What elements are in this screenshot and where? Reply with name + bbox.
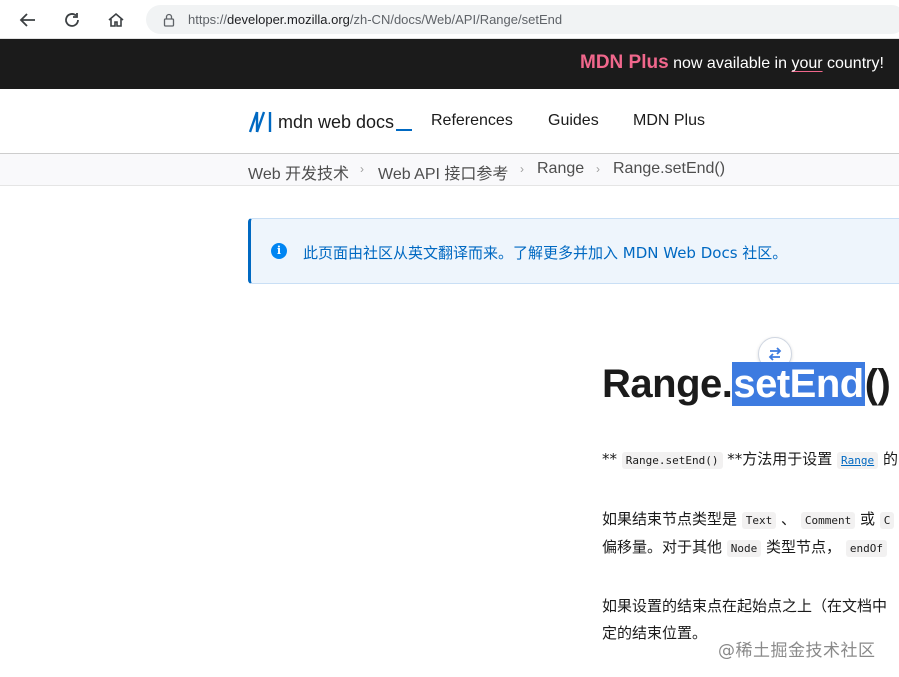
breadcrumb: Web 开发技术 › Web API 接口参考 › Range › Range.… xyxy=(0,154,899,186)
chevron-right-icon: › xyxy=(596,162,600,176)
breadcrumb-web-api[interactable]: Web API 接口参考 xyxy=(378,160,508,184)
breadcrumb-range[interactable]: Range xyxy=(537,160,584,178)
title-selected-text[interactable]: setEnd xyxy=(732,362,865,406)
chevron-right-icon: › xyxy=(360,162,364,176)
text: 的 xyxy=(878,450,898,468)
code-comment: Comment xyxy=(800,512,856,529)
address-bar[interactable]: https://developer.mozilla.org/zh-CN/docs… xyxy=(146,5,899,34)
text: 类型节点， xyxy=(761,538,846,556)
banner-brand: MDN Plus xyxy=(580,52,669,73)
paragraph-before-start-line-1: 如果设置的结束点在起始点之上（在文档中 xyxy=(602,597,888,615)
url-host: developer.mozilla.org xyxy=(227,12,350,27)
logo-underscore xyxy=(396,129,413,131)
code-range-setend: Range.setEnd() xyxy=(621,452,723,469)
arrow-left-icon xyxy=(19,13,35,27)
mdn-logo-icon xyxy=(248,111,272,133)
reload-button[interactable] xyxy=(58,6,86,34)
banner-message[interactable]: MDN Plus now available in your country! xyxy=(580,52,884,74)
code-endoffset: endOf xyxy=(845,540,887,557)
nav-references[interactable]: References xyxy=(431,112,513,130)
banner-text-your: your xyxy=(791,55,823,72)
text: 如果结束节点类型是 xyxy=(602,510,742,528)
nav-guides[interactable]: Guides xyxy=(548,112,599,130)
text: ** xyxy=(602,450,622,468)
banner-text-2: country! xyxy=(822,55,884,72)
text: 、 xyxy=(776,510,801,528)
reload-icon xyxy=(65,13,79,27)
code-node: Node xyxy=(726,540,762,557)
link-range[interactable]: Range xyxy=(837,452,879,469)
url-scheme: https:// xyxy=(188,12,228,27)
breadcrumb-web-tech[interactable]: Web 开发技术 xyxy=(248,160,349,184)
page-title: Range.setEnd() xyxy=(602,362,891,407)
translation-notice: i 此页面由社区从英文翻译而来。了解更多并加入 MDN Web Docs 社区。 xyxy=(248,218,899,284)
browser-toolbar: https://developer.mozilla.org/zh-CN/docs… xyxy=(0,0,899,39)
watermark: @稀土掘金技术社区 xyxy=(718,641,876,661)
home-button[interactable] xyxy=(102,6,130,34)
url-path: /zh-CN/docs/Web/API/Range/setEnd xyxy=(349,12,563,27)
home-icon xyxy=(108,12,124,27)
chevron-right-icon: › xyxy=(520,162,524,176)
banner-text-1: now available in xyxy=(668,55,792,72)
text: 或 xyxy=(855,510,880,528)
lock-icon xyxy=(163,13,175,27)
title-suffix: () xyxy=(864,362,891,406)
code-cdata: C xyxy=(879,512,895,529)
mdn-logo[interactable]: mdn web docs xyxy=(248,109,413,135)
paragraph-node-types-line-1: 如果结束节点类型是 Text 、 Comment 或 C xyxy=(602,506,895,534)
text: 偏移量。对于其他 xyxy=(602,538,727,556)
text: **方法用于设置 xyxy=(722,450,838,468)
swap-arrows-icon xyxy=(768,347,782,361)
code-text: Text xyxy=(741,512,777,529)
info-icon: i xyxy=(271,243,287,259)
breadcrumb-current[interactable]: Range.setEnd() xyxy=(613,160,725,178)
logo-text: mdn web docs xyxy=(278,111,395,132)
nav-mdn-plus[interactable]: MDN Plus xyxy=(633,112,705,130)
site-header: mdn web docs References Guides MDN Plus xyxy=(0,89,899,154)
paragraph-before-start-line-2: 定的结束位置。 xyxy=(602,624,708,642)
paragraph-node-types-line-2: 偏移量。对于其他 Node 类型节点， endOf xyxy=(602,534,887,562)
title-prefix: Range. xyxy=(602,362,733,406)
notice-text[interactable]: 此页面由社区从英文翻译而来。了解更多并加入 MDN Web Docs 社区。 xyxy=(303,242,787,263)
promo-banner: MDN Plus now available in your country! xyxy=(0,39,899,89)
paragraph-summary: ** Range.setEnd() **方法用于设置 Range 的 xyxy=(602,446,898,474)
back-button[interactable] xyxy=(14,6,42,34)
